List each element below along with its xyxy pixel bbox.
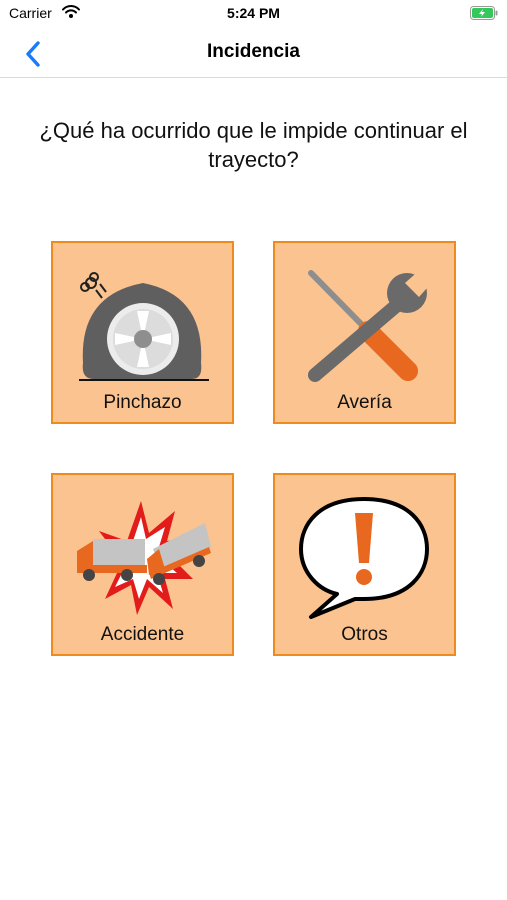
question-text: ¿Qué ha ocurrido que le impide continuar… (39, 118, 468, 172)
option-otros[interactable]: Otros (273, 473, 456, 656)
navigation-bar: Incidencia (0, 30, 507, 78)
option-label: Pinchazo (103, 392, 182, 413)
option-label: Avería (337, 392, 392, 413)
status-time: 5:24 PM (227, 5, 280, 21)
option-label: Accidente (100, 624, 185, 645)
status-bar: Carrier 5:24 PM (0, 0, 507, 30)
battery-icon (470, 6, 498, 20)
option-accidente[interactable]: Accidente (51, 473, 234, 656)
option-label: Otros (341, 624, 388, 645)
page-title: Incidencia (207, 41, 300, 62)
option-pinchazo[interactable]: Pinchazo (51, 241, 234, 424)
option-averia[interactable]: Avería (273, 241, 456, 424)
